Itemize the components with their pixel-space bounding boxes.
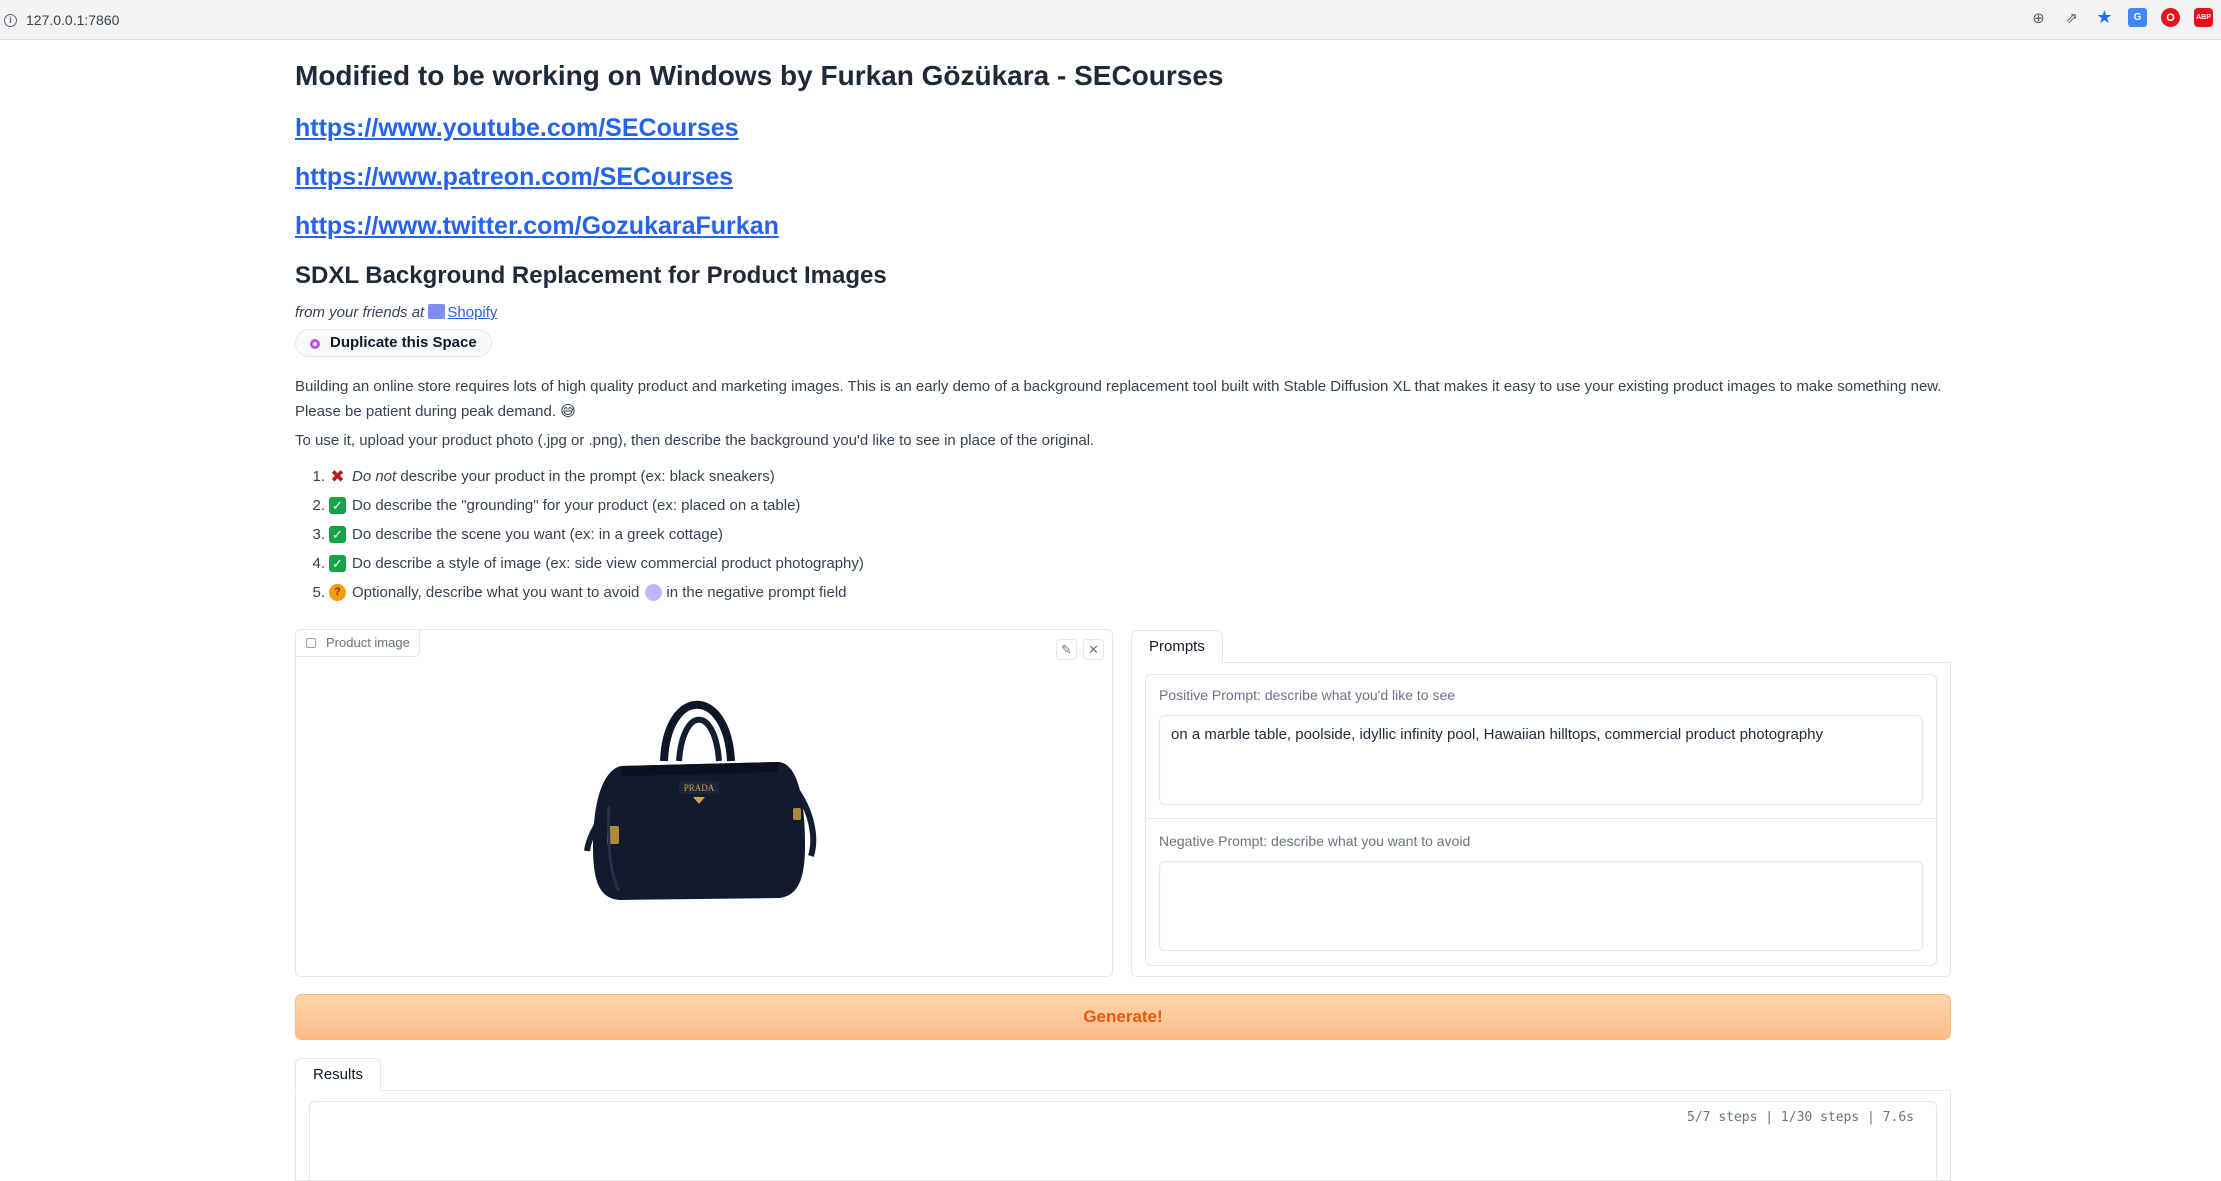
divider: [1146, 818, 1936, 819]
progress-status: 5/7 steps | 1/30 steps | 7.6s: [1687, 1110, 1914, 1125]
list-item: 3. ✓ Do describe the scene you want (ex:…: [312, 526, 724, 543]
duplicate-space-button[interactable]: Duplicate this Space: [295, 329, 492, 357]
list-item: 5. ? Optionally, describe what you want …: [312, 584, 847, 601]
youtube-link[interactable]: https://www.youtube.com/SECourses: [295, 114, 739, 143]
image-tools: ✎ ✕: [1056, 639, 1104, 660]
generate-button[interactable]: Generate!: [295, 994, 1951, 1040]
friends-line: from your friends at Shopify: [295, 304, 497, 321]
check-mark-icon: ✓: [329, 555, 346, 572]
results-panel: 5/7 steps | 1/30 steps | 7.6s: [295, 1091, 1951, 1181]
tab-prompts[interactable]: Prompts: [1131, 630, 1223, 663]
patreon-link[interactable]: https://www.patreon.com/SECourses: [295, 163, 733, 192]
step-emphasis: Do not: [352, 468, 397, 485]
negative-prompt-label: Negative Prompt: describe what you want …: [1159, 833, 1471, 849]
cross-mark-icon: ✖: [330, 467, 345, 486]
brand-logo: PRADA: [684, 783, 715, 793]
share-icon[interactable]: ⇗: [2062, 8, 2081, 27]
results-gallery: 5/7 steps | 1/30 steps | 7.6s: [309, 1101, 1937, 1181]
negative-prompt-input[interactable]: [1159, 861, 1923, 951]
check-mark-icon: ✓: [329, 497, 346, 514]
usage-text: To use it, upload your product photo (.j…: [295, 432, 1095, 449]
duplicate-label: Duplicate this Space: [330, 334, 477, 351]
description-text: Building an online store requires lots o…: [295, 378, 1942, 420]
pencil-icon[interactable]: ✎: [1056, 639, 1077, 660]
shopify-link[interactable]: Shopify: [447, 304, 497, 321]
bookmark-star-icon[interactable]: ★: [2095, 7, 2114, 27]
prompts-panel: Positive Prompt: describe what you'd lik…: [1131, 662, 1951, 977]
address-bar[interactable]: i 127.0.0.1:7860: [0, 3, 2221, 37]
page-title: Modified to be working on Windows by Fur…: [295, 60, 1224, 91]
thinking-face-icon: ?: [329, 584, 346, 601]
duplicate-icon: [310, 339, 320, 349]
translate-extension-icon[interactable]: G: [2128, 8, 2147, 27]
list-item: 1. ✖ Do not describe your product in the…: [312, 467, 775, 486]
image-icon: [306, 638, 316, 648]
url-text[interactable]: 127.0.0.1:7860: [26, 12, 119, 28]
friends-prefix: from your friends at: [295, 304, 425, 321]
zoom-icon[interactable]: ⊕: [2029, 8, 2048, 27]
twitter-link[interactable]: https://www.twitter.com/GozukaraFurkan: [295, 212, 779, 241]
tab-results[interactable]: Results: [295, 1058, 382, 1091]
positive-prompt-label: Positive Prompt: describe what you'd lik…: [1159, 687, 1456, 703]
check-mark-icon: ✓: [329, 526, 346, 543]
browser-toolbar: i 127.0.0.1:7860 ⊕ ⇗ ★ G O ABP: [0, 0, 2221, 40]
close-icon[interactable]: ✕: [1083, 639, 1104, 660]
app-heading: SDXL Background Replacement for Product …: [295, 262, 887, 289]
image-label: Product image: [296, 630, 420, 657]
woman-gesturing-no-icon: [645, 584, 663, 601]
product-image-upload[interactable]: Product image ✎ ✕ PRADA: [295, 629, 1113, 977]
prompts-form: Positive Prompt: describe what you'd lik…: [1145, 674, 1937, 966]
shopping-bags-icon: [428, 304, 446, 319]
list-item: 2. ✓ Do describe the "grounding" for you…: [312, 497, 801, 514]
positive-prompt-input[interactable]: on a marble table, poolside, idyllic inf…: [1159, 715, 1923, 805]
handbag-image: PRADA: [584, 701, 817, 900]
opera-extension-icon[interactable]: O: [2161, 8, 2180, 27]
adblock-extension-icon[interactable]: ABP: [2194, 8, 2213, 27]
site-info-icon[interactable]: i: [4, 14, 17, 27]
instruction-list: 1. ✖ Do not describe your product in the…: [295, 462, 864, 607]
browser-actions: ⊕ ⇗ ★ G O ABP: [2029, 7, 2213, 27]
list-item: 4. ✓ Do describe a style of image (ex: s…: [312, 555, 864, 572]
